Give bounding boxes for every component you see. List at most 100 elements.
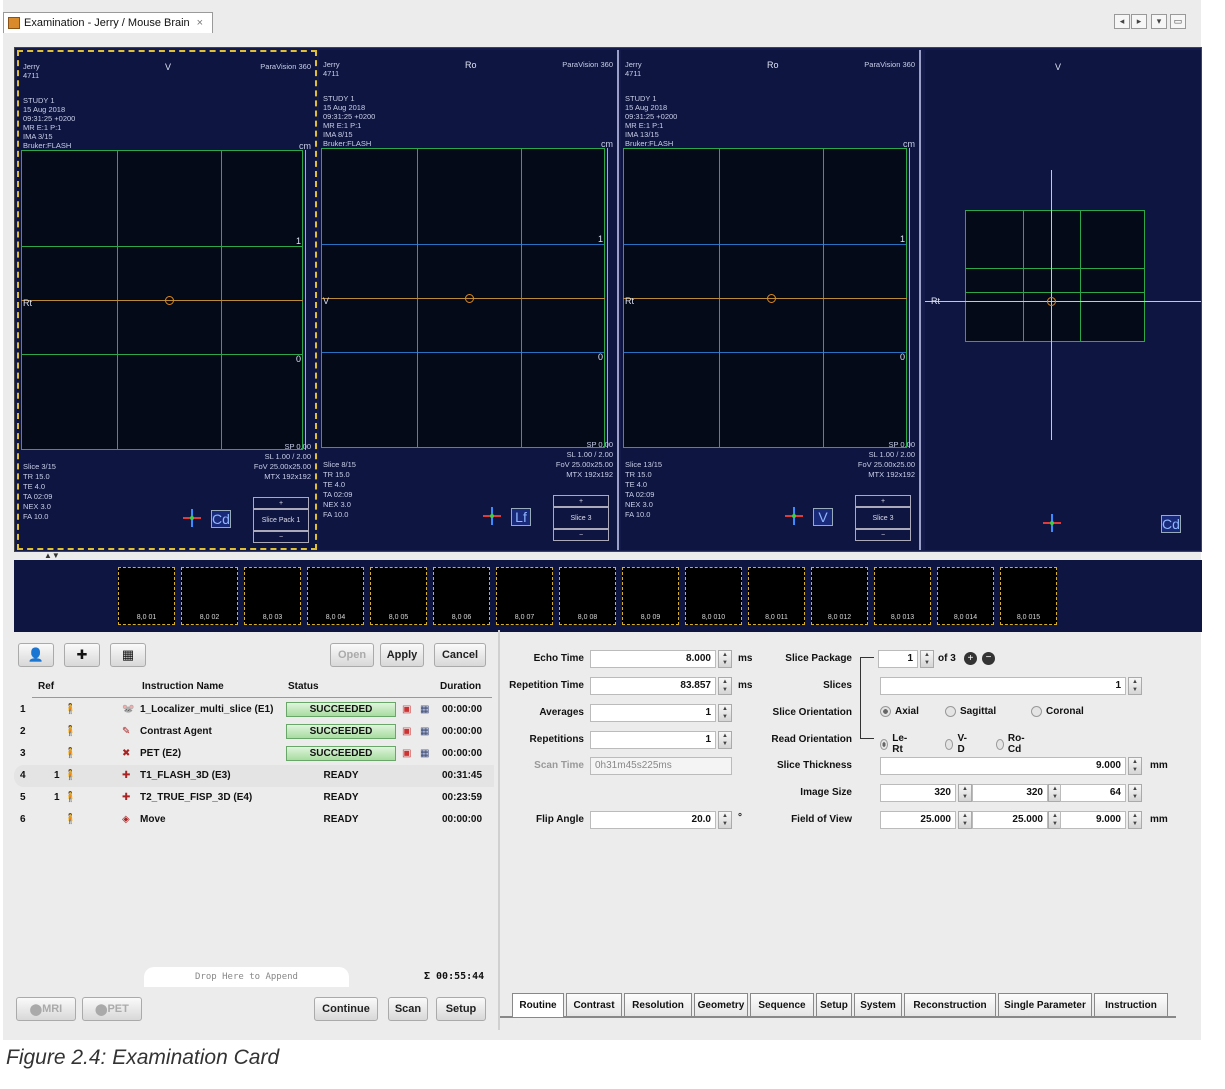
orientation-badge[interactable]: V bbox=[813, 508, 833, 526]
scroll-right-icon[interactable]: ▸ bbox=[1131, 14, 1147, 29]
thumbnail[interactable]: 8,0 04 bbox=[307, 567, 364, 625]
orientation-badge[interactable]: Lf bbox=[511, 508, 531, 526]
remove-package-icon[interactable]: − bbox=[982, 652, 995, 665]
repetition-time-spinner[interactable]: ▲ ▼ bbox=[718, 677, 732, 695]
thumbnail[interactable]: 8,0 014 bbox=[937, 567, 994, 625]
open-button[interactable]: Open bbox=[330, 643, 374, 667]
slice-up-button[interactable]: + bbox=[253, 497, 309, 509]
continue-button[interactable]: Continue bbox=[314, 997, 378, 1021]
fov-z-field[interactable]: 9.000 bbox=[1060, 811, 1126, 829]
slice-package-field[interactable]: 1 bbox=[878, 650, 918, 668]
image-size-x-spinner[interactable]: ▲ ▼ bbox=[958, 784, 972, 802]
splitter-handle-icon[interactable]: ▲▼ bbox=[44, 551, 60, 560]
orientation-badge[interactable]: Cd bbox=[1161, 515, 1181, 533]
report-icon[interactable]: ▣ bbox=[402, 726, 411, 737]
echo-time-field[interactable]: 8.000 bbox=[590, 650, 716, 668]
slice-orientation-option[interactable]: Sagittal bbox=[945, 706, 996, 717]
slice-down-button[interactable]: − bbox=[253, 531, 309, 543]
image-size-x-field[interactable]: 320 bbox=[880, 784, 956, 802]
patient-icon[interactable]: 👤 bbox=[18, 643, 54, 667]
slice-orientation-option[interactable]: Coronal bbox=[1031, 706, 1084, 717]
flip-angle-field[interactable]: 20.0 bbox=[590, 811, 716, 829]
thumbnail[interactable]: 8,0 03 bbox=[244, 567, 301, 625]
echo-time-spinner[interactable]: ▲ ▼ bbox=[718, 650, 732, 668]
repetition-time-field[interactable]: 83.857 bbox=[590, 677, 716, 695]
fov-y-field[interactable]: 25.000 bbox=[972, 811, 1048, 829]
table-row[interactable]: 5 1 🧍 ✚ T2_TRUE_FISP_3D (E4) READY 00:23… bbox=[14, 787, 494, 809]
maximize-icon[interactable]: ▭ bbox=[1170, 14, 1186, 29]
table-row[interactable]: 1 🧍 🐭 1_Localizer_multi_slice (E1) SUCCE… bbox=[14, 699, 494, 721]
pet-button[interactable]: ⬤ PET bbox=[82, 997, 142, 1021]
image-size-z-field[interactable]: 64 bbox=[1060, 784, 1126, 802]
tab-system[interactable]: System bbox=[854, 993, 902, 1017]
slice-up-button[interactable]: + bbox=[855, 495, 911, 507]
close-icon[interactable]: × bbox=[197, 17, 203, 29]
read-orientation-option[interactable]: V-D bbox=[945, 733, 969, 755]
thumbnail[interactable]: 8,0 02 bbox=[181, 567, 238, 625]
thumbnail[interactable]: 8,0 06 bbox=[433, 567, 490, 625]
thumbnail-strip[interactable]: 8,0 01 8,0 02 8,0 03 8,0 04 8,0 05 8,0 06 8,0 … bbox=[14, 560, 1202, 632]
slice-pack-button[interactable]: Slice Pack 1 bbox=[253, 509, 309, 531]
thumbnail[interactable]: 8,0 010 bbox=[685, 567, 742, 625]
thumbnail[interactable]: 8,0 07 bbox=[496, 567, 553, 625]
apply-button[interactable]: Apply bbox=[380, 643, 424, 667]
thumbnail[interactable]: 8,0 015 bbox=[1000, 567, 1057, 625]
tab-instruction[interactable]: Instruction bbox=[1094, 993, 1168, 1017]
viewport-4[interactable]: V Rt Cd bbox=[925, 50, 1201, 550]
tab-reconstruction[interactable]: Reconstruction bbox=[904, 993, 996, 1017]
drop-zone[interactable]: Drop Here to Append bbox=[144, 967, 349, 987]
fov-z-spinner[interactable]: ▲ ▼ bbox=[1128, 811, 1142, 829]
cancel-button[interactable]: Cancel bbox=[434, 643, 486, 667]
slice-up-button[interactable]: + bbox=[553, 495, 609, 507]
center-marker[interactable] bbox=[1047, 297, 1056, 306]
image-icon[interactable]: ▦ bbox=[420, 726, 429, 737]
viewport-1[interactable]: Jerry 4711 STUDY 1 15 Aug 2018 09:31:25 … bbox=[17, 50, 317, 550]
tab-contrast[interactable]: Contrast bbox=[566, 993, 622, 1017]
setup-button[interactable]: Setup bbox=[436, 997, 486, 1021]
mri-button[interactable]: ⬤ MRI bbox=[16, 997, 76, 1021]
thumbnail[interactable]: 8,0 011 bbox=[748, 567, 805, 625]
add-instruction-icon[interactable]: ✚ bbox=[64, 643, 100, 667]
read-orientation-option[interactable]: Le-Rt bbox=[880, 733, 910, 755]
thumbnail[interactable]: 8,0 08 bbox=[559, 567, 616, 625]
report-icon[interactable]: ▣ bbox=[402, 748, 411, 759]
thumbnail[interactable]: 8,0 013 bbox=[874, 567, 931, 625]
flip-angle-spinner[interactable]: ▲ ▼ bbox=[718, 811, 732, 829]
slice-down-button[interactable]: − bbox=[855, 529, 911, 541]
image-icon[interactable]: ▦ bbox=[420, 704, 429, 715]
repetitions-field[interactable]: 1 bbox=[590, 731, 716, 749]
slice-orientation-option[interactable]: Axial bbox=[880, 706, 919, 717]
viewport-2[interactable]: Jerry 4711 STUDY 1 15 Aug 2018 09:31:25 … bbox=[319, 50, 619, 550]
repetitions-spinner[interactable]: ▲ ▼ bbox=[718, 731, 732, 749]
thumbnail[interactable]: 8,0 01 bbox=[118, 567, 175, 625]
table-row[interactable]: 6 🧍 ◈ Move READY 00:00:00 bbox=[14, 809, 494, 831]
report-icon[interactable]: ▣ bbox=[402, 704, 411, 715]
image-viewer[interactable]: Jerry 4711 STUDY 1 15 Aug 2018 09:31:25 … bbox=[14, 47, 1202, 552]
scan-button[interactable]: Scan bbox=[388, 997, 428, 1021]
image-size-y-field[interactable]: 320 bbox=[972, 784, 1048, 802]
tab-single-parameter[interactable]: Single Parameter bbox=[998, 993, 1092, 1017]
image-icon[interactable]: ▦ bbox=[420, 748, 429, 759]
slice-down-button[interactable]: − bbox=[553, 529, 609, 541]
averages-field[interactable]: 1 bbox=[590, 704, 716, 722]
slices-field[interactable]: 1 bbox=[880, 677, 1126, 695]
thumbnail[interactable]: 8,0 09 bbox=[622, 567, 679, 625]
fov-x-field[interactable]: 25.000 bbox=[880, 811, 956, 829]
averages-spinner[interactable]: ▲ ▼ bbox=[718, 704, 732, 722]
tab-routine[interactable]: Routine bbox=[512, 993, 564, 1017]
slices-spinner[interactable]: ▲ ▼ bbox=[1128, 677, 1142, 695]
table-row[interactable]: 3 🧍 ✖ PET (E2) SUCCEEDED ▣ ▦ 00:00:00 bbox=[14, 743, 494, 765]
thumbnail[interactable]: 8,0 012 bbox=[811, 567, 868, 625]
scroll-left-icon[interactable]: ◂ bbox=[1114, 14, 1130, 29]
orientation-badge[interactable]: Cd bbox=[211, 510, 231, 528]
examination-tab[interactable]: Examination - Jerry / Mouse Brain × bbox=[3, 12, 213, 33]
add-package-icon[interactable]: + bbox=[964, 652, 977, 665]
slice-pack-button[interactable]: Slice 3 bbox=[553, 507, 609, 529]
tab-geometry[interactable]: Geometry bbox=[694, 993, 748, 1017]
thumbnail[interactable]: 8,0 05 bbox=[370, 567, 427, 625]
read-orientation-option[interactable]: Ro-Cd bbox=[996, 733, 1028, 755]
table-row[interactable]: 2 🧍 ✎ Contrast Agent SUCCEEDED ▣ ▦ 00:00… bbox=[14, 721, 494, 743]
center-marker[interactable] bbox=[767, 294, 776, 303]
slice-thickness-spinner[interactable]: ▲ ▼ bbox=[1128, 757, 1142, 775]
slice-pack-button[interactable]: Slice 3 bbox=[855, 507, 911, 529]
